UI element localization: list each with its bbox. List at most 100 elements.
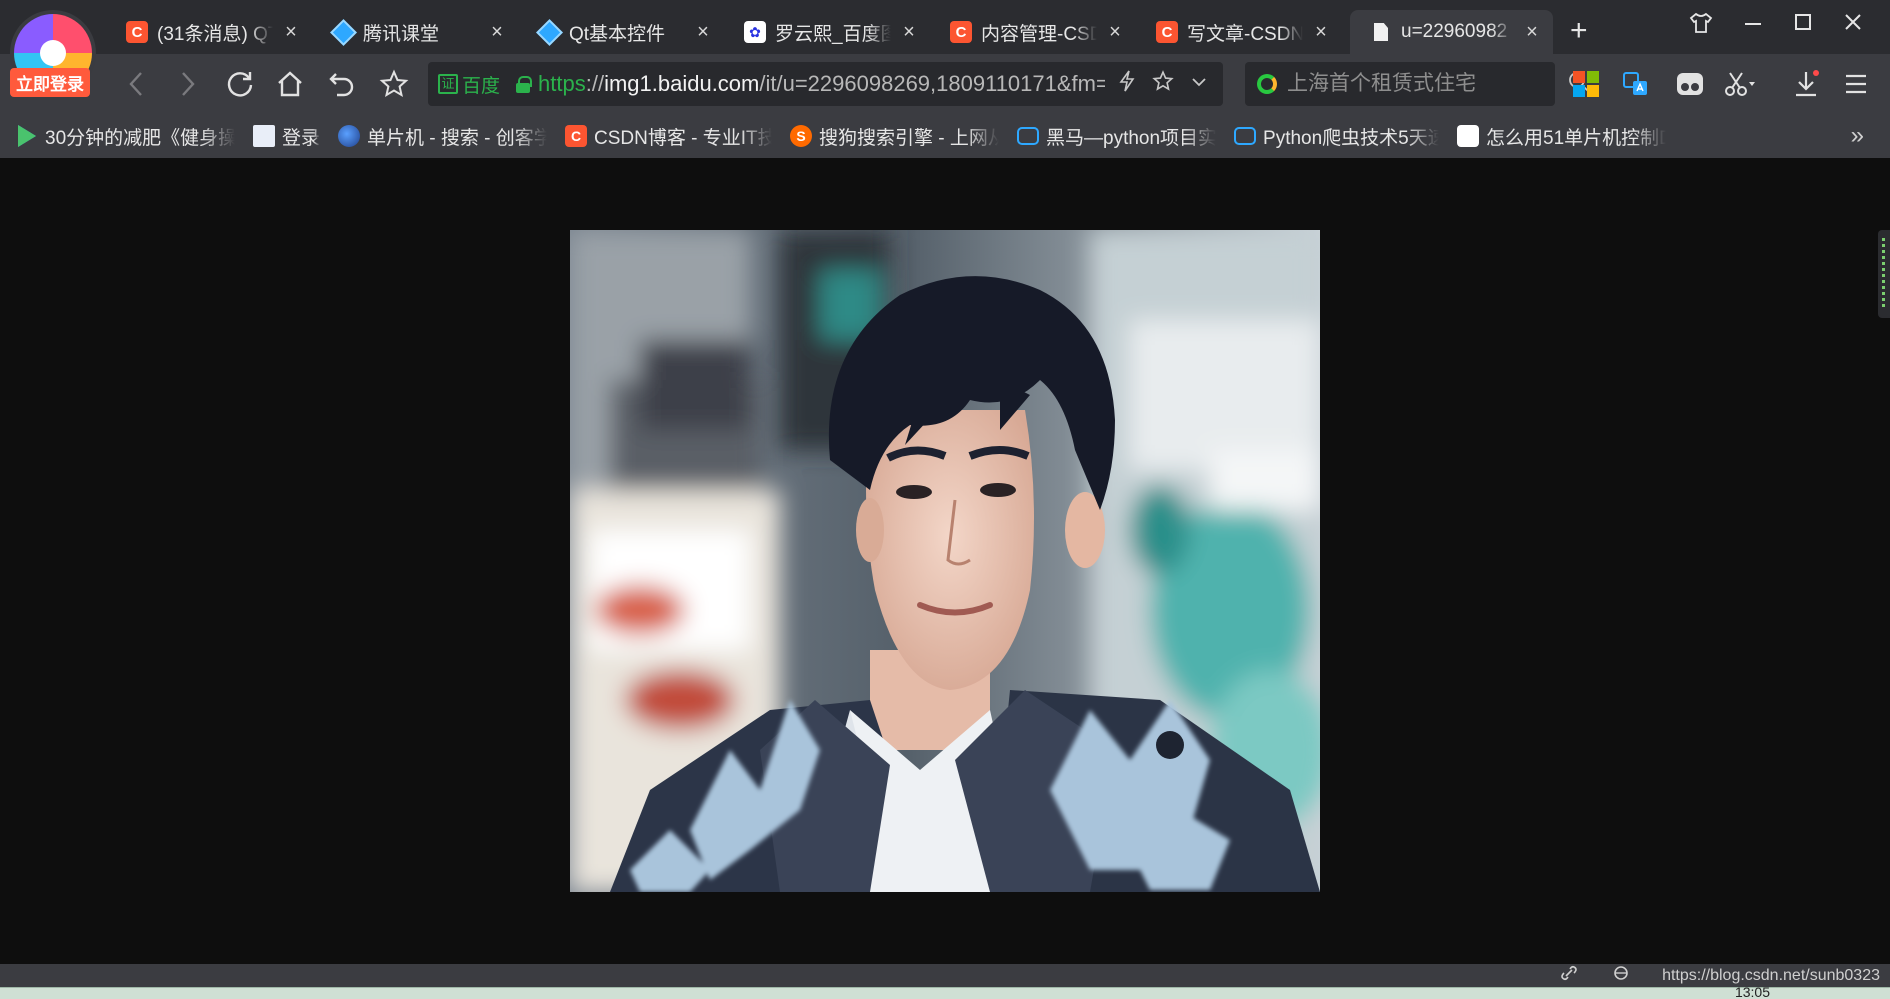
incognito-mask-icon[interactable] — [1672, 66, 1708, 102]
reload-button[interactable] — [222, 66, 258, 102]
certificate-label: 百度 — [462, 75, 501, 97]
search-box[interactable] — [1245, 62, 1589, 106]
bookmark-label: 30分钟的减肥《健身操 — [45, 127, 235, 149]
bookmark-item[interactable]: Python爬虫技术5天速 — [1234, 123, 1439, 150]
browser-logo[interactable]: 立即登录 — [10, 14, 92, 97]
new-tab-button[interactable]: + — [1570, 14, 1588, 48]
bilibili-icon — [1017, 127, 1040, 145]
minimize-button[interactable] — [1736, 12, 1770, 38]
lightning-icon[interactable] — [1113, 70, 1141, 98]
tab-title: (31条消息) QT — [157, 23, 273, 45]
url-text[interactable]: https://img1.baidu.com/it/u=2296098269,1… — [538, 71, 1105, 97]
back-button[interactable] — [118, 66, 154, 102]
tab-strip: 立即登录 C (31条消息) QT × 腾讯课堂 × Qt基本控件 × ✿ 罗云… — [0, 0, 1890, 97]
bookmark-item[interactable]: 黑马—python项目实 — [1017, 123, 1216, 150]
home-button[interactable] — [272, 66, 308, 102]
tab-title: u=22960982 — [1401, 21, 1508, 42]
tab-close-icon[interactable]: × — [1523, 21, 1541, 44]
lock-icon — [516, 76, 533, 93]
tencent-classroom-icon — [538, 21, 560, 43]
browser-window: 立即登录 C (31条消息) QT × 腾讯课堂 × Qt基本控件 × ✿ 罗云… — [0, 0, 1890, 999]
url-path: /it/u=2296098269,1809110171&fm=26&fmt=au… — [759, 71, 1105, 96]
tab-qt-controls[interactable]: Qt基本控件 × — [518, 10, 724, 54]
tab-close-icon[interactable]: × — [1312, 21, 1330, 44]
tab-write-article[interactable]: C 写文章-CSDN × — [1136, 10, 1342, 54]
bookmarks-bar: 30分钟的减肥《健身操 登录 单片机 - 搜索 - 创客学 C CSDN博客 -… — [0, 114, 1890, 158]
tab-image-active[interactable]: u=22960982 × — [1350, 10, 1553, 54]
bookmark-item[interactable]: ✿ 怎么用51单片机控制D — [1457, 123, 1666, 150]
url-separator: :// — [585, 71, 605, 96]
tab-tencent-classroom[interactable]: 腾讯课堂 × — [312, 10, 518, 54]
screenshot-scissors-icon[interactable] — [1722, 66, 1758, 102]
page-viewport — [0, 158, 1890, 964]
csdn-icon: C — [950, 21, 972, 43]
bilibili-icon — [1234, 127, 1257, 145]
skin-shirt-icon[interactable] — [1684, 12, 1718, 40]
bookmark-item[interactable]: S 搜狗搜索引擎 - 上网从 — [790, 123, 999, 150]
tab-close-icon[interactable]: × — [694, 21, 712, 44]
tab-title: Qt基本控件 — [569, 23, 666, 45]
tab-baidu-image[interactable]: ✿ 罗云熙_百度图 × — [724, 10, 930, 54]
tab-title: 腾讯课堂 — [363, 23, 440, 45]
csdn-icon: C — [565, 125, 588, 147]
displayed-image[interactable] — [570, 230, 1320, 892]
network-icon[interactable] — [1610, 965, 1632, 986]
bookmark-label: 黑马—python项目实 — [1046, 127, 1217, 149]
tencent-classroom-icon — [332, 21, 354, 43]
bookmark-label: Python爬虫技术5天速 — [1263, 127, 1440, 149]
download-icon[interactable] — [1788, 66, 1824, 102]
bookmarks-overflow-button[interactable]: » — [1851, 122, 1864, 150]
csdn-icon: C — [1156, 21, 1178, 43]
url-scheme: https — [538, 71, 586, 96]
search-input[interactable] — [1287, 72, 1558, 96]
site-certificate[interactable]: 证 百度 — [438, 71, 500, 98]
translate-icon[interactable] — [1618, 66, 1654, 102]
link-icon[interactable] — [1558, 965, 1580, 986]
certificate-icon: 证 — [438, 74, 458, 94]
csdn-icon: C — [126, 21, 148, 43]
os-taskbar: 13:05 — [0, 984, 1890, 999]
tab-close-icon[interactable]: × — [900, 21, 918, 44]
apps-grid-icon[interactable] — [1568, 66, 1604, 102]
globe-icon — [338, 125, 361, 147]
bookmark-star-icon[interactable] — [1149, 70, 1177, 98]
bookmark-item[interactable]: 单片机 - 搜索 - 创客学 — [338, 123, 547, 150]
menu-hamburger-icon[interactable] — [1838, 66, 1874, 102]
bookmark-label: 登录 — [282, 127, 321, 149]
undo-close-tab-button[interactable] — [324, 66, 360, 102]
portrait-photo — [570, 230, 1320, 892]
blank-page-icon — [253, 125, 275, 147]
tab-close-icon[interactable]: × — [488, 21, 506, 44]
bookmark-label: 单片机 - 搜索 - 创客学 — [367, 127, 548, 149]
navigation-toolbar: 证 百度 https://img1.baidu.com/it/u=2296098… — [0, 54, 1890, 114]
search-engine-icon[interactable] — [1257, 74, 1277, 94]
favorite-star-button[interactable] — [376, 66, 412, 102]
address-bar[interactable]: 证 百度 https://img1.baidu.com/it/u=2296098… — [428, 62, 1223, 106]
bookmark-label: 怎么用51单片机控制D — [1486, 127, 1667, 149]
tab-qt-messages[interactable]: C (31条消息) QT × — [106, 10, 312, 54]
baidu-paw-icon: ✿ — [1457, 125, 1480, 147]
tab-content-manage[interactable]: C 内容管理-CSDN × — [930, 10, 1136, 54]
bookmark-label: CSDN博客 - 专业IT技 — [594, 127, 773, 149]
bookmark-item[interactable]: 30分钟的减肥《健身操 — [16, 123, 235, 150]
forward-button[interactable] — [170, 66, 206, 102]
url-host: img1.baidu.com — [604, 71, 760, 96]
tab-close-icon[interactable]: × — [1106, 21, 1124, 44]
chevron-down-icon[interactable] — [1185, 71, 1213, 97]
login-badge[interactable]: 立即登录 — [10, 68, 90, 97]
status-link-preview: https://blog.csdn.net/sunb0323 — [1662, 966, 1880, 984]
page-icon — [1370, 21, 1392, 43]
bookmark-item[interactable]: 登录 — [253, 123, 320, 150]
status-bar: https://blog.csdn.net/sunb0323 — [0, 964, 1890, 987]
close-window-button[interactable] — [1836, 12, 1870, 38]
video-play-icon — [16, 125, 38, 147]
scroll-indicator[interactable] — [1878, 230, 1890, 318]
tab-title: 罗云熙_百度图 — [775, 23, 891, 45]
sogou-icon: S — [790, 125, 813, 147]
tab-title: 写文章-CSDN — [1187, 23, 1303, 45]
baidu-paw-icon: ✿ — [744, 21, 766, 43]
bookmark-item[interactable]: C CSDN博客 - 专业IT技 — [565, 123, 772, 150]
maximize-button[interactable] — [1786, 12, 1820, 38]
tab-close-icon[interactable]: × — [282, 21, 300, 44]
bookmark-label: 搜狗搜索引擎 - 上网从 — [819, 127, 1000, 149]
